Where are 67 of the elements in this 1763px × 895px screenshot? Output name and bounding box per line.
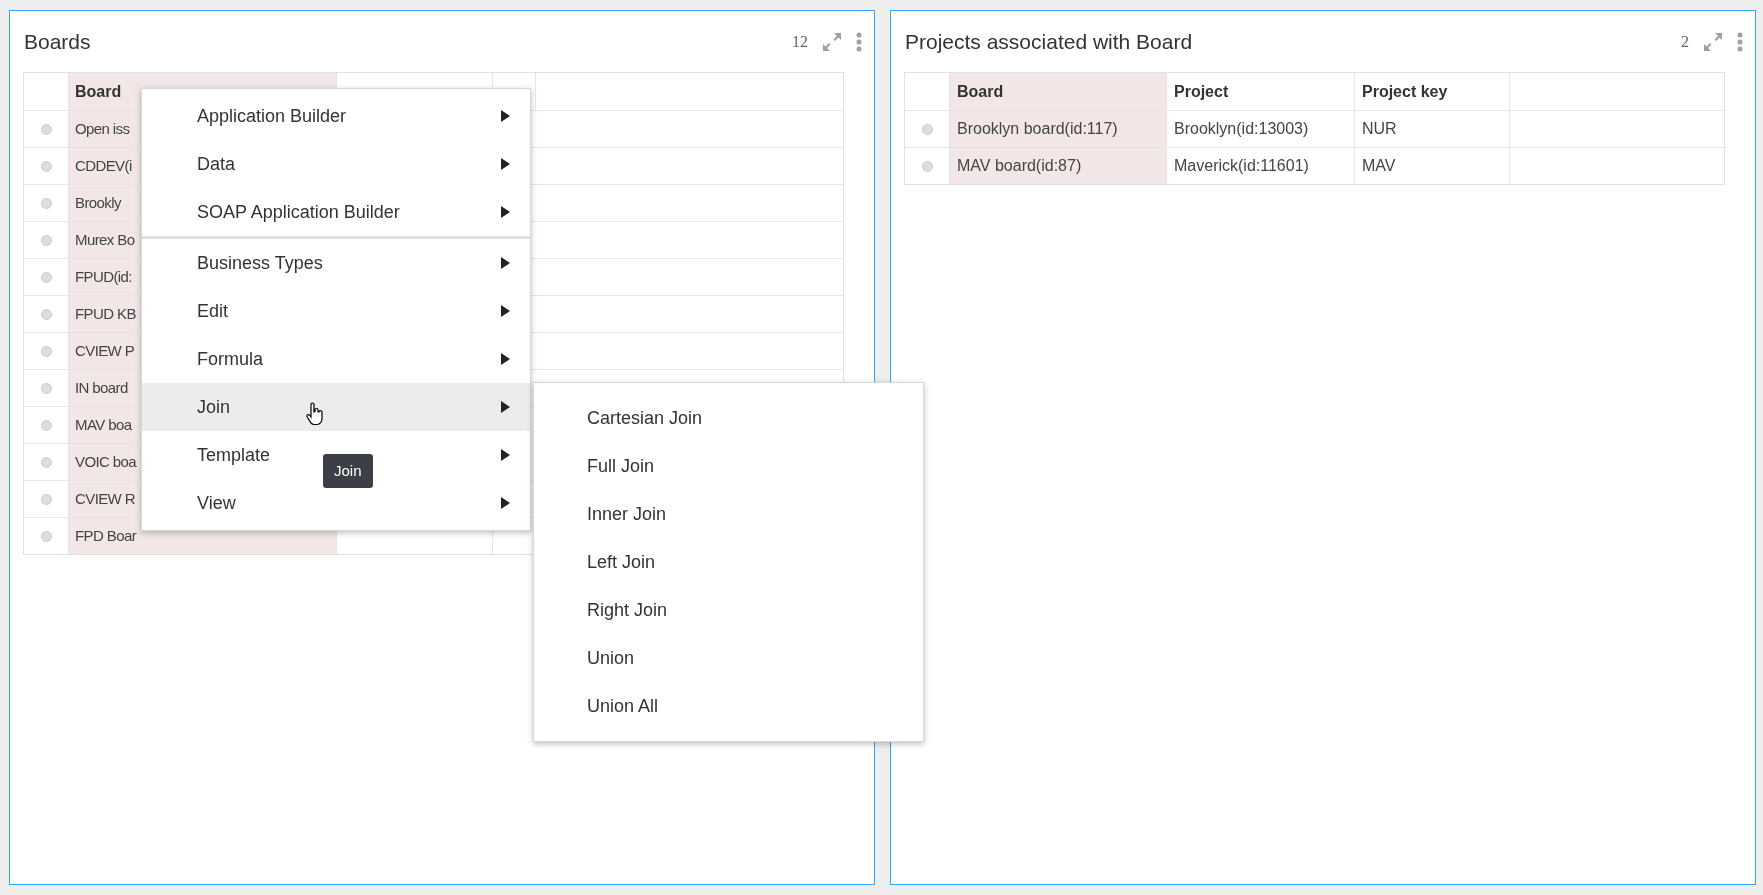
column-header: Board xyxy=(950,73,1167,110)
menu-item[interactable]: SOAP Application Builder xyxy=(142,188,530,236)
menu-item[interactable]: View xyxy=(142,479,530,527)
table-cell-text: Murex Bo xyxy=(75,229,135,250)
row-radio[interactable] xyxy=(40,345,52,357)
row-radio[interactable] xyxy=(40,123,52,135)
menu-item[interactable]: Edit xyxy=(142,287,530,335)
tooltip: Join xyxy=(323,454,373,488)
menu-item[interactable]: Union All xyxy=(534,682,923,730)
submenu-arrow-icon xyxy=(501,401,510,413)
menu-item[interactable]: Join xyxy=(142,383,530,431)
table-cell-text: FPUD(id: xyxy=(75,266,132,287)
hand-cursor-icon xyxy=(306,402,324,426)
table-cell-text: MAV boa xyxy=(75,414,132,435)
panel-title: Projects associated with Board xyxy=(905,28,1193,55)
table-cell-text: CVIEW R xyxy=(75,488,135,509)
table-cell-text: Brookly xyxy=(75,192,121,213)
table-cell-text: CVIEW P xyxy=(75,340,135,361)
table-cell-text: Open iss xyxy=(75,118,130,139)
row-radio[interactable] xyxy=(40,456,52,468)
more-options-icon[interactable] xyxy=(1737,31,1743,52)
menu-item[interactable]: Data xyxy=(142,140,530,188)
menu-item[interactable]: Full Join xyxy=(534,442,923,490)
submenu-arrow-icon xyxy=(501,206,510,218)
row-radio[interactable] xyxy=(40,271,52,283)
more-options-icon[interactable] xyxy=(856,31,862,52)
table-cell-text: Brooklyn(id:13003) xyxy=(1174,119,1309,139)
table-cell-text: MAV board(id:87) xyxy=(957,156,1082,176)
submenu-arrow-icon xyxy=(501,257,510,269)
table-cell-text: FPUD KB xyxy=(75,303,136,324)
menu-item[interactable]: Formula xyxy=(142,335,530,383)
table-cell-text: Brooklyn board(id:117) xyxy=(957,119,1118,139)
table-cell-text: NUR xyxy=(1362,119,1397,139)
menu-item[interactable]: Union xyxy=(534,634,923,682)
table-cell-text: CDDEV(i xyxy=(75,155,132,176)
submenu-arrow-icon xyxy=(501,158,510,170)
row-radio[interactable] xyxy=(40,493,52,505)
count-label: 12 xyxy=(792,31,808,52)
table-cell-text: MAV xyxy=(1362,156,1396,176)
row-radio[interactable] xyxy=(40,382,52,394)
menu-item[interactable]: Application Builder xyxy=(142,92,530,140)
submenu-arrow-icon xyxy=(501,305,510,317)
table-cell-text: FPD Boar xyxy=(75,525,137,546)
menu-item[interactable]: Right Join xyxy=(534,586,923,634)
submenu-arrow-icon xyxy=(501,110,510,122)
row-radio[interactable] xyxy=(40,197,52,209)
count-label: 2 xyxy=(1681,31,1689,52)
table-cell-text: IN board xyxy=(75,377,128,398)
row-radio[interactable] xyxy=(40,234,52,246)
menu-item[interactable]: Cartesian Join xyxy=(534,394,923,442)
menu-item[interactable]: Left Join xyxy=(534,538,923,586)
submenu-arrow-icon xyxy=(501,449,510,461)
row-radio[interactable] xyxy=(921,123,933,135)
row-radio[interactable] xyxy=(921,160,933,172)
row-radio[interactable] xyxy=(40,308,52,320)
row-radio[interactable] xyxy=(40,160,52,172)
expand-icon[interactable] xyxy=(1703,31,1723,52)
submenu-arrow-icon xyxy=(501,353,510,365)
row-radio[interactable] xyxy=(40,530,52,542)
submenu-arrow-icon xyxy=(501,497,510,509)
expand-icon[interactable] xyxy=(822,31,842,52)
menu-item[interactable]: Inner Join xyxy=(534,490,923,538)
menu-item[interactable]: Business Types xyxy=(142,239,530,287)
row-radio[interactable] xyxy=(40,419,52,431)
panel-title: Boards xyxy=(24,28,91,55)
table-cell-text: Maverick(id:11601) xyxy=(1174,156,1309,176)
table-cell-text: VOIC boa xyxy=(75,451,137,472)
